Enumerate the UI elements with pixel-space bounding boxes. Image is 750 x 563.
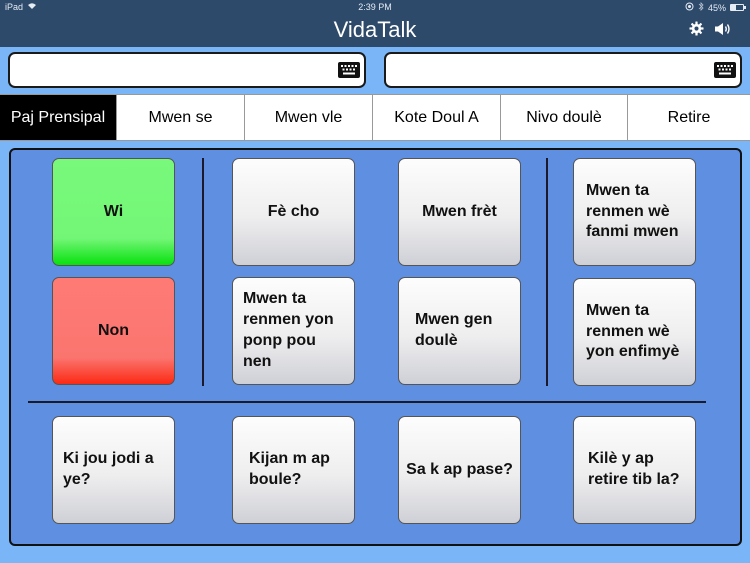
yes-button[interactable]: Wi xyxy=(52,158,175,266)
bluetooth-icon xyxy=(698,2,704,13)
phrase-board: Wi Non Fè cho Mwen ta renmen yon ponp po… xyxy=(9,148,742,546)
tab-pain-location[interactable]: Kote Doul A xyxy=(373,95,501,140)
divider-horizontal xyxy=(28,401,706,403)
message-field-1[interactable] xyxy=(10,54,324,86)
tab-i-am[interactable]: Mwen se xyxy=(117,95,245,140)
no-button[interactable]: Non xyxy=(52,277,175,385)
divider-right xyxy=(546,158,548,386)
keyboard-icon[interactable] xyxy=(338,62,360,83)
status-right: 45% xyxy=(685,2,746,13)
see-nurse-button[interactable]: Mwen ta renmen wè yon enfimyè xyxy=(573,278,696,386)
what-day-button[interactable]: Ki jou jodi a ye? xyxy=(52,416,175,524)
battery-icon xyxy=(730,4,746,11)
see-family-button[interactable]: Mwen ta renmen wè fanmi mwen xyxy=(573,158,696,266)
tube-removal-button[interactable]: Kilè y ap retire tib la? xyxy=(573,416,696,524)
tab-pain-level[interactable]: Nivo doulè xyxy=(501,95,628,140)
location-lock-icon xyxy=(685,2,694,13)
tab-i-want[interactable]: Mwen vle xyxy=(245,95,373,140)
tab-main-page[interactable]: Paj Prensipal xyxy=(0,95,117,140)
how-am-i-button[interactable]: Kijan m ap boule? xyxy=(232,416,355,524)
battery-percent: 45% xyxy=(707,2,726,13)
message-input-1[interactable] xyxy=(8,52,366,88)
very-hot-button[interactable]: Fè cho xyxy=(232,158,355,266)
top-bar: iPad 2:39 PM 45% VidaTalk xyxy=(0,0,750,47)
app-title: VidaTalk xyxy=(333,17,417,42)
what-happening-button[interactable]: Sa k ap pase? xyxy=(398,416,521,524)
tab-remove[interactable]: Retire xyxy=(628,95,750,140)
speaker-icon[interactable] xyxy=(714,22,732,36)
status-time: 2:39 PM xyxy=(358,2,392,12)
message-input-2[interactable] xyxy=(384,52,742,88)
tab-bar: Paj Prensipal Mwen se Mwen vle Kote Doul… xyxy=(0,94,750,141)
keyboard-icon[interactable] xyxy=(714,62,736,83)
bedpan-button[interactable]: Mwen ta renmen yon ponp pou nen xyxy=(232,277,355,385)
header-actions xyxy=(689,21,732,36)
message-field-2[interactable] xyxy=(386,54,700,86)
pain-button[interactable]: Mwen gen doulè xyxy=(398,277,521,385)
divider-left xyxy=(202,158,204,386)
gear-icon[interactable] xyxy=(689,21,704,36)
cold-button[interactable]: Mwen frèt xyxy=(398,158,521,266)
